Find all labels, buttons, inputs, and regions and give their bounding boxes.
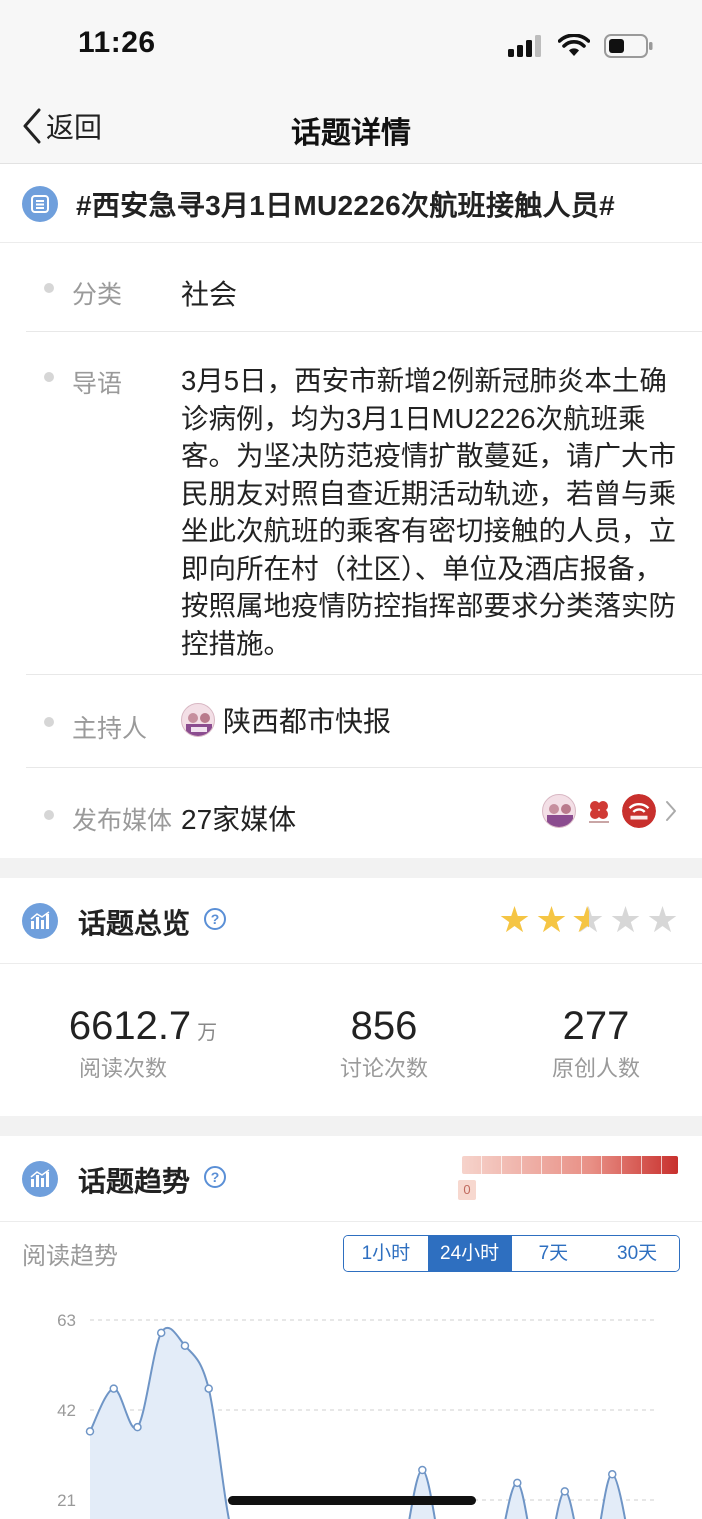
host-label: 主持人 xyxy=(72,715,148,743)
trend-area xyxy=(90,1327,636,1519)
bar-chart-icon xyxy=(22,903,58,939)
category-label: 分类 xyxy=(72,281,123,309)
flower-logo-icon xyxy=(582,794,616,828)
bullet-dot xyxy=(44,810,54,820)
data-point xyxy=(608,1470,617,1479)
data-point xyxy=(85,1427,95,1436)
status-icons xyxy=(508,34,654,58)
status-time: 11:26 xyxy=(78,26,156,59)
y-tick-label: 63 xyxy=(57,1311,76,1330)
stat-label: 阅读次数 xyxy=(78,1056,167,1081)
media-logos xyxy=(542,794,680,828)
data-point xyxy=(204,1384,213,1393)
star-icon: ★ xyxy=(498,899,531,940)
host-row[interactable]: 主持人 陕西都市快报 xyxy=(26,675,702,768)
y-tick-label: 21 xyxy=(57,1491,76,1510)
list-icon xyxy=(22,185,58,222)
host-value: 陕西都市快报 xyxy=(223,706,392,737)
trend-chart: 63 42 21 xyxy=(57,1311,656,1519)
heat-marker: 0 xyxy=(458,1180,476,1200)
y-tick-label: 42 xyxy=(57,1401,76,1420)
rating-stars: ★ ★ ★ ★ ★ xyxy=(497,899,680,940)
trend-header: 话题趋势 ? xyxy=(0,1136,702,1222)
star-empty-icon: ★ xyxy=(646,899,679,940)
star-icon: ★ xyxy=(535,899,568,940)
section-divider xyxy=(0,858,702,878)
help-icon[interactable]: ? xyxy=(204,1166,226,1188)
stat-unit: 万 xyxy=(197,1022,218,1044)
bar-chart-icon xyxy=(22,1161,58,1197)
data-point xyxy=(180,1341,190,1350)
tab-24h[interactable]: 24小时 xyxy=(427,1236,512,1271)
host-avatar xyxy=(181,703,215,737)
wifi-icon xyxy=(558,34,590,56)
page-title: 话题详情 xyxy=(291,117,411,150)
bullet-dot xyxy=(44,283,54,293)
data-point xyxy=(109,1384,118,1393)
category-value[interactable]: 社会 xyxy=(181,273,237,313)
time-range-tabs: 1小时 24小时 7天 30天 xyxy=(343,1235,680,1272)
data-point xyxy=(418,1465,427,1475)
intro-row: 导语 3月5日，西安市新增2例新冠肺炎本土确诊病例，均为3月1日MU2226次航… xyxy=(26,332,702,675)
topic-header: #西安急寻3月1日MU2226次航班接触人员# xyxy=(0,165,702,243)
overview-stats: 6612.7 万 阅读次数 856 讨论次数 277 原创人数 xyxy=(0,966,702,1116)
media-row[interactable]: 发布媒体 27家媒体 xyxy=(26,768,702,858)
overview-title: 话题总览 xyxy=(78,908,191,939)
home-indicator xyxy=(228,1496,476,1505)
topic-title: #西安急寻3月1日MU2226次航班接触人员# xyxy=(76,189,616,221)
host-info[interactable]: 陕西都市快报 xyxy=(181,700,391,740)
trend-title: 话题趋势 xyxy=(78,1166,191,1197)
chevron-right-icon[interactable] xyxy=(662,798,680,824)
wifi-logo-icon xyxy=(622,794,656,828)
tab-1h[interactable]: 1小时 xyxy=(344,1236,428,1271)
tab-7d[interactable]: 7天 xyxy=(511,1236,596,1271)
status-bar: 11:26 xyxy=(0,0,702,92)
media-logo-avatar xyxy=(542,794,576,828)
nav-bar: 返回 话题详情 xyxy=(0,92,702,164)
battery-icon xyxy=(604,34,653,58)
intro-text: 3月5日，西安市新增2例新冠肺炎本土确诊病例，均为3月1日MU2226次航班乘客… xyxy=(181,365,676,659)
stat-label: 讨论次数 xyxy=(339,1056,428,1081)
stat-discussions: 856 讨论次数 xyxy=(314,1004,454,1083)
media-value: 27家媒体 xyxy=(181,804,297,835)
stat-creators: 277 原创人数 xyxy=(526,1004,666,1083)
signal-icon xyxy=(508,35,541,57)
data-point xyxy=(156,1328,166,1338)
bullet-dot xyxy=(44,372,54,382)
data-point xyxy=(133,1422,142,1432)
star-half-icon: ★ xyxy=(571,902,606,939)
stat-label: 原创人数 xyxy=(551,1056,640,1081)
data-point xyxy=(513,1478,522,1488)
help-icon[interactable]: ? xyxy=(204,908,226,930)
tab-30d[interactable]: 30天 xyxy=(595,1236,679,1271)
chart-label: 阅读趋势 xyxy=(22,1243,118,1270)
star-empty-icon: ★ xyxy=(609,899,642,940)
category-row: 分类 社会 xyxy=(26,243,702,332)
overview-header: 话题总览 ? ★ ★ ★ ★ ★ xyxy=(0,878,702,964)
intro-label: 导语 xyxy=(72,370,123,398)
stat-reads: 6612.7 万 阅读次数 xyxy=(58,1004,228,1083)
section-divider xyxy=(0,1116,702,1136)
stat-value: 6612.7 xyxy=(68,1004,192,1048)
heat-bar xyxy=(462,1156,678,1174)
stat-value: 277 xyxy=(562,1004,630,1048)
bullet-dot xyxy=(44,717,54,727)
stat-value: 856 xyxy=(350,1004,418,1048)
media-label: 发布媒体 xyxy=(72,807,173,835)
data-point xyxy=(560,1487,570,1496)
